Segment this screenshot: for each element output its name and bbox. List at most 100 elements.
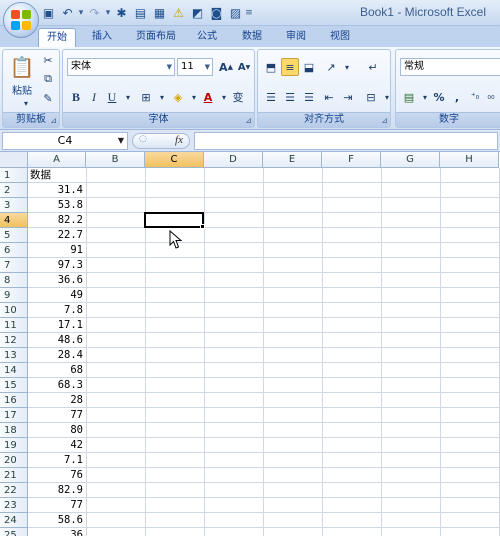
row-header-21[interactable]: 21 [0,468,28,483]
align-middle-icon[interactable]: ≡ [281,58,299,76]
tab-review[interactable]: 审阅 [278,28,314,47]
office-button[interactable] [3,2,39,38]
italic-button[interactable]: I [85,88,103,106]
decrease-decimal-icon[interactable]: ₀₀ [482,88,500,106]
font-name-dropdown-icon[interactable]: ▼ [167,59,172,75]
row-header-20[interactable]: 20 [0,453,28,468]
tab-data[interactable]: 数据 [234,28,270,47]
alignment-launcher-icon[interactable]: ⊿ [381,116,388,125]
column-header-c[interactable]: C [145,152,204,168]
underline-dropdown-icon[interactable]: ▾ [119,88,137,106]
cell-a12[interactable]: 48.6 [28,333,86,348]
cell-a1[interactable]: 数据 [28,168,86,183]
chart-icon[interactable]: ◩ [189,4,206,21]
align-bottom-icon[interactable]: ⬓ [300,58,318,76]
increase-indent-icon[interactable]: ⇥ [339,88,357,106]
column-header-h[interactable]: H [440,152,499,168]
row-header-15[interactable]: 15 [0,378,28,393]
clipboard-launcher-icon[interactable]: ⊿ [50,116,57,125]
row-header-19[interactable]: 19 [0,438,28,453]
row-header-5[interactable]: 5 [0,228,28,243]
cell-a18[interactable]: 80 [28,423,86,438]
row-header-10[interactable]: 10 [0,303,28,318]
cell-a23[interactable]: 77 [28,498,86,513]
column-header-f[interactable]: F [322,152,381,168]
cell-a15[interactable]: 68.3 [28,378,86,393]
undo-icon[interactable]: ↶ [59,4,76,21]
redo-dropdown-icon[interactable]: ▾ [105,4,111,21]
cell-a10[interactable]: 7.8 [28,303,86,318]
merge-dropdown-icon[interactable]: ▾ [378,88,396,106]
name-box[interactable]: C4 ▼ [2,132,128,150]
tab-view[interactable]: 视图 [322,28,358,47]
align-center-icon[interactable]: ☰ [281,88,299,106]
insert-function-icon[interactable]: fx [175,134,183,146]
cut-icon[interactable]: ✂ [39,51,57,69]
warning-icon[interactable]: ⚠ [170,4,187,21]
cell-a9[interactable]: 49 [28,288,86,303]
row-header-25[interactable]: 25 [0,528,28,536]
align-right-icon[interactable]: ☰ [300,88,318,106]
orientation-dropdown-icon[interactable]: ▾ [338,58,356,76]
cell-a22[interactable]: 82.9 [28,483,86,498]
font-launcher-icon[interactable]: ⊿ [245,116,252,125]
cell-a16[interactable]: 28 [28,393,86,408]
row-header-24[interactable]: 24 [0,513,28,528]
cell-a25[interactable]: 36 [28,528,86,536]
row-header-1[interactable]: 1 [0,168,28,183]
row-header-23[interactable]: 23 [0,498,28,513]
undo-dropdown-icon[interactable]: ▾ [78,4,84,21]
cell-gridlines[interactable] [28,168,500,536]
row-header-12[interactable]: 12 [0,333,28,348]
cell-a24[interactable]: 58.6 [28,513,86,528]
row-header-9[interactable]: 9 [0,288,28,303]
align-top-icon[interactable]: ⬒ [262,58,280,76]
align-left-icon[interactable]: ☰ [262,88,280,106]
formula-bar-handle-icon[interactable]: ◌ [139,134,147,144]
tab-insert[interactable]: 插入 [84,28,120,47]
column-header-g[interactable]: G [381,152,440,168]
row-header-22[interactable]: 22 [0,483,28,498]
tab-formulas[interactable]: 公式 [190,28,224,47]
wrap-text-icon[interactable]: ↵ [364,58,382,76]
row-header-2[interactable]: 2 [0,183,28,198]
row-header-6[interactable]: 6 [0,243,28,258]
customize-toolbar-icon[interactable]: ≡ [245,4,253,21]
cell-a4[interactable]: 82.2 [28,213,86,228]
active-cell-border[interactable] [144,212,204,228]
camera-icon[interactable]: ◙ [208,4,225,21]
number-format-combo[interactable]: 常规 [400,58,500,76]
row-header-16[interactable]: 16 [0,393,28,408]
insert-function-pill[interactable]: ◌ fx [132,133,190,149]
row-header-8[interactable]: 8 [0,273,28,288]
tool-icon[interactable]: ✱ [113,4,130,21]
tab-home[interactable]: 开始 [38,28,76,47]
row-header-7[interactable]: 7 [0,258,28,273]
select-all-corner[interactable] [0,152,28,168]
save-icon[interactable]: ▣ [40,4,57,21]
cell-a7[interactable]: 97.3 [28,258,86,273]
formula-input[interactable] [194,132,498,150]
font-size-dropdown-icon[interactable]: ▼ [205,59,210,75]
percent-button[interactable]: % [430,88,448,106]
row-header-3[interactable]: 3 [0,198,28,213]
phonetic-guide-button[interactable]: 变 [229,88,247,106]
cell-a19[interactable]: 42 [28,438,86,453]
row-header-13[interactable]: 13 [0,348,28,363]
image-icon[interactable]: ▨ [227,4,244,21]
form-icon[interactable]: ▤ [132,4,149,21]
column-header-e[interactable]: E [263,152,322,168]
row-header-14[interactable]: 14 [0,363,28,378]
cell-a11[interactable]: 17.1 [28,318,86,333]
cell-a14[interactable]: 68 [28,363,86,378]
decrease-indent-icon[interactable]: ⇤ [320,88,338,106]
cell-a20[interactable]: 7.1 [28,453,86,468]
cell-a17[interactable]: 77 [28,408,86,423]
format-painter-icon[interactable]: ✎ [39,89,57,107]
cell-a5[interactable]: 22.7 [28,228,86,243]
name-box-dropdown-icon[interactable]: ▼ [118,133,124,149]
cell-a2[interactable]: 31.4 [28,183,86,198]
paste-icon[interactable]: 📋 [9,54,35,80]
font-size-combo[interactable]: 11 ▼ [177,58,213,76]
cell-a3[interactable]: 53.8 [28,198,86,213]
